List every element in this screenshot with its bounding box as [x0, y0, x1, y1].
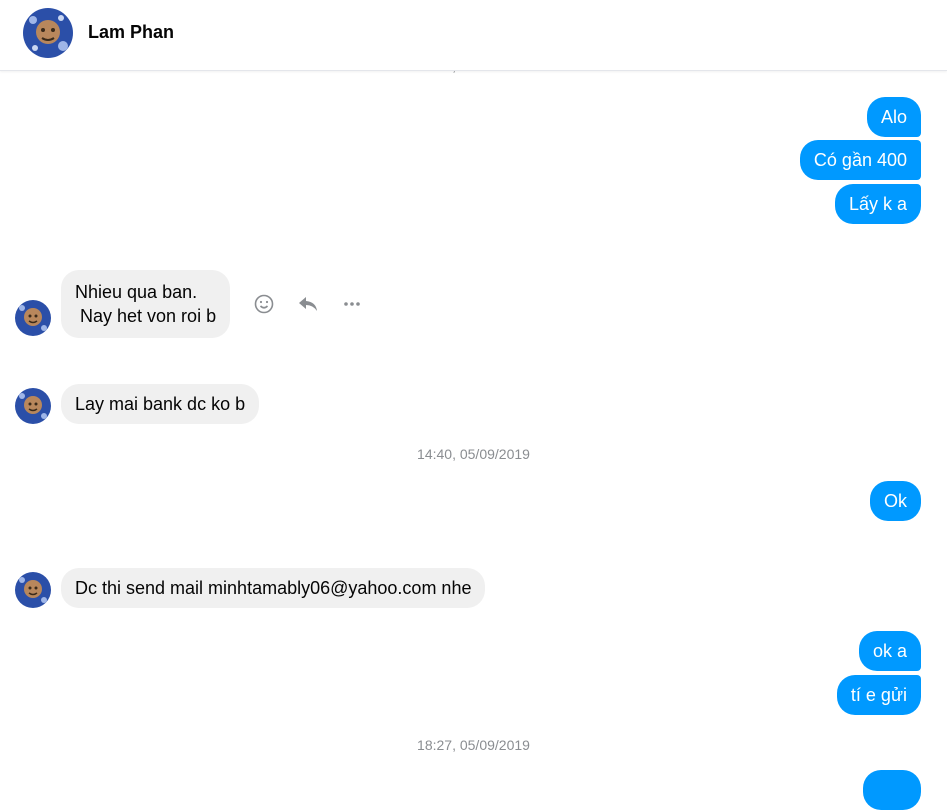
message-outgoing[interactable]: Lấy k a — [834, 184, 921, 224]
message-outgoing[interactable]: Ok — [869, 481, 921, 521]
contact-name[interactable]: Lam Phan — [88, 22, 174, 43]
message-outgoing[interactable]: ok a — [858, 631, 921, 671]
message-outgoing[interactable]: tí e gửi — [836, 675, 921, 715]
smiley-icon[interactable] — [252, 292, 276, 316]
sender-avatar[interactable] — [15, 572, 51, 608]
contact-avatar[interactable] — [23, 8, 73, 58]
message-line: Nhieu qua ban. — [75, 282, 198, 302]
sender-avatar[interactable] — [15, 300, 51, 336]
message-incoming[interactable]: Dc thi send mail minhtamably06@yahoo.com… — [61, 568, 486, 608]
message-actions — [252, 292, 364, 316]
message-outgoing-partial[interactable] — [863, 770, 921, 810]
sender-avatar[interactable] — [15, 388, 51, 424]
message-line: Nay het von roi b — [75, 306, 217, 326]
more-dots-icon[interactable] — [340, 292, 364, 316]
message-incoming[interactable]: Lay mai bank dc ko b — [61, 384, 260, 424]
message-outgoing[interactable]: Có gần 400 — [799, 140, 921, 180]
timestamp: 18:27, 05/09/2019 — [417, 737, 530, 753]
conversation-header: Lam Phan — [0, 0, 947, 71]
timestamp: 14:40, 05/09/2019 — [417, 446, 530, 462]
message-incoming[interactable]: Nhieu qua ban. Nay het von roi b — [61, 270, 231, 338]
message-outgoing[interactable]: Alo — [866, 97, 921, 137]
reply-icon[interactable] — [296, 292, 320, 316]
